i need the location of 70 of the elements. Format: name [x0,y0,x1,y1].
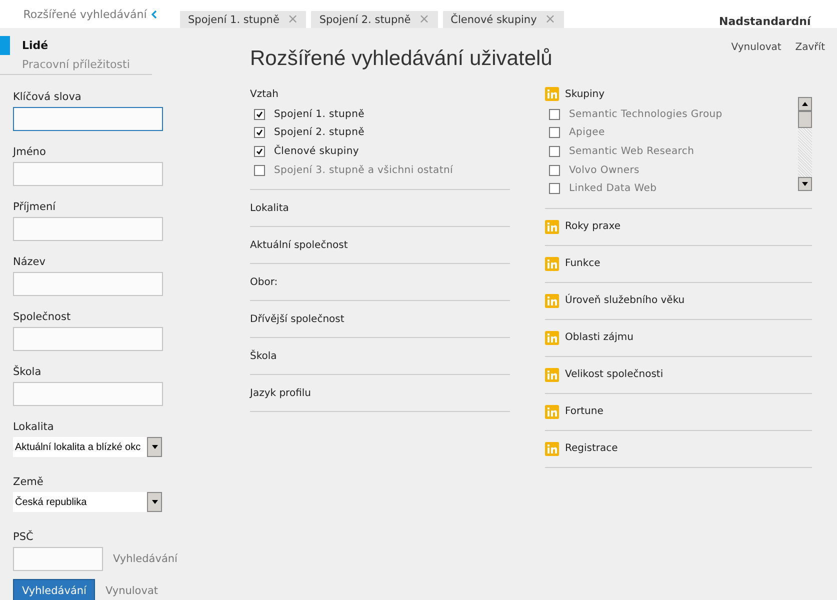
field-label: Lokalita [13,420,55,435]
input-field[interactable] [13,162,163,186]
close-link[interactable]: Zavřít [795,42,825,53]
section-heading[interactable]: Úroveň služebního věku [565,295,685,306]
field-label: Společnost [13,310,72,325]
filter-tag: Členové skupiny × [442,11,564,28]
section-heading[interactable]: Škola [250,350,277,362]
section-heading[interactable]: Skupiny [565,88,605,100]
checkbox[interactable] [254,127,265,138]
field-label: Klíčová slova [13,90,82,105]
section-heading[interactable]: Velikost společnosti [565,369,664,380]
option-label: Spojení 3. stupně a všichni ostatní [274,164,454,176]
breadcrumb[interactable]: Rozšířené vyhledávání [23,8,147,20]
reset-link[interactable]: Vynulovat [731,42,782,53]
option-label: Členové skupiny [274,146,360,157]
field-label: Příjmení [13,200,57,215]
option-label: Volvo Owners [569,164,640,176]
checkbox[interactable] [549,127,560,138]
checkbox[interactable] [254,108,265,120]
caret-icon [152,445,158,449]
input-field[interactable] [13,327,163,351]
section-heading[interactable]: Obor: [250,276,278,288]
input-field[interactable] [13,547,103,571]
nav-item[interactable]: Lidé [0,36,175,55]
input-field[interactable] [13,107,163,131]
checkbox[interactable] [549,183,560,194]
section-heading[interactable]: Fortune [565,406,604,418]
option-label: Spojení 1. stupně [274,108,364,120]
chevron-left-icon[interactable] [150,10,157,18]
field-label: Jméno [13,145,47,160]
dropdown[interactable]: Česká republika [13,492,162,512]
dialog-title: Rozšířené vyhledávání uživatelů [250,47,552,71]
dropdown[interactable]: Aktuální lokalita a blízké okc [13,437,162,457]
scroll-thumb[interactable] [798,111,812,128]
option-label: Spojení 2. stupně [274,127,364,138]
section-heading[interactable]: Registrace [565,443,618,454]
section-heading[interactable]: Jazyk profilu [250,388,311,399]
panel-heading: Nadstandardní [719,16,811,28]
section-heading[interactable]: Roky praxe [565,221,620,232]
checkbox[interactable] [549,108,560,120]
search-button[interactable]: Vyhledávání [13,579,96,600]
filter-tag: Spojení 2. stupně × [311,11,438,28]
search-link[interactable]: Vyhledávání [113,553,178,565]
section-heading[interactable]: Lokalita [250,202,289,214]
option-label: Linked Data Web [569,183,657,194]
caret-icon [152,500,158,504]
option-label: Semantic Technologies Group [569,108,722,120]
field-label: Škola [13,364,42,380]
checkbox[interactable] [549,164,560,176]
section-heading[interactable]: Aktuální společnost [250,240,348,251]
input-field[interactable] [13,272,163,296]
checkbox[interactable] [254,146,265,157]
section-heading[interactable]: Oblasti zájmu [565,332,634,344]
caret-icon [802,182,808,186]
section-heading[interactable]: Funkce [565,258,600,270]
section-heading[interactable]: Dřívější společnost [250,314,344,325]
input-field[interactable] [13,382,163,406]
input-field[interactable] [13,217,163,241]
reset-link[interactable]: Vynulovat [105,584,158,596]
option-label: Semantic Web Research [569,146,694,157]
field-label: Země [13,475,44,490]
field-label: PSČ [13,529,34,545]
caret-icon [802,102,808,106]
section-heading[interactable]: Vztah [250,88,278,100]
checkbox[interactable] [549,146,560,157]
scrollbar[interactable] [798,97,812,191]
checkbox[interactable] [254,164,265,176]
field-label: Název [13,255,46,270]
option-label: Apigee [569,127,605,138]
filter-tag: Spojení 1. stupně × [180,11,306,28]
